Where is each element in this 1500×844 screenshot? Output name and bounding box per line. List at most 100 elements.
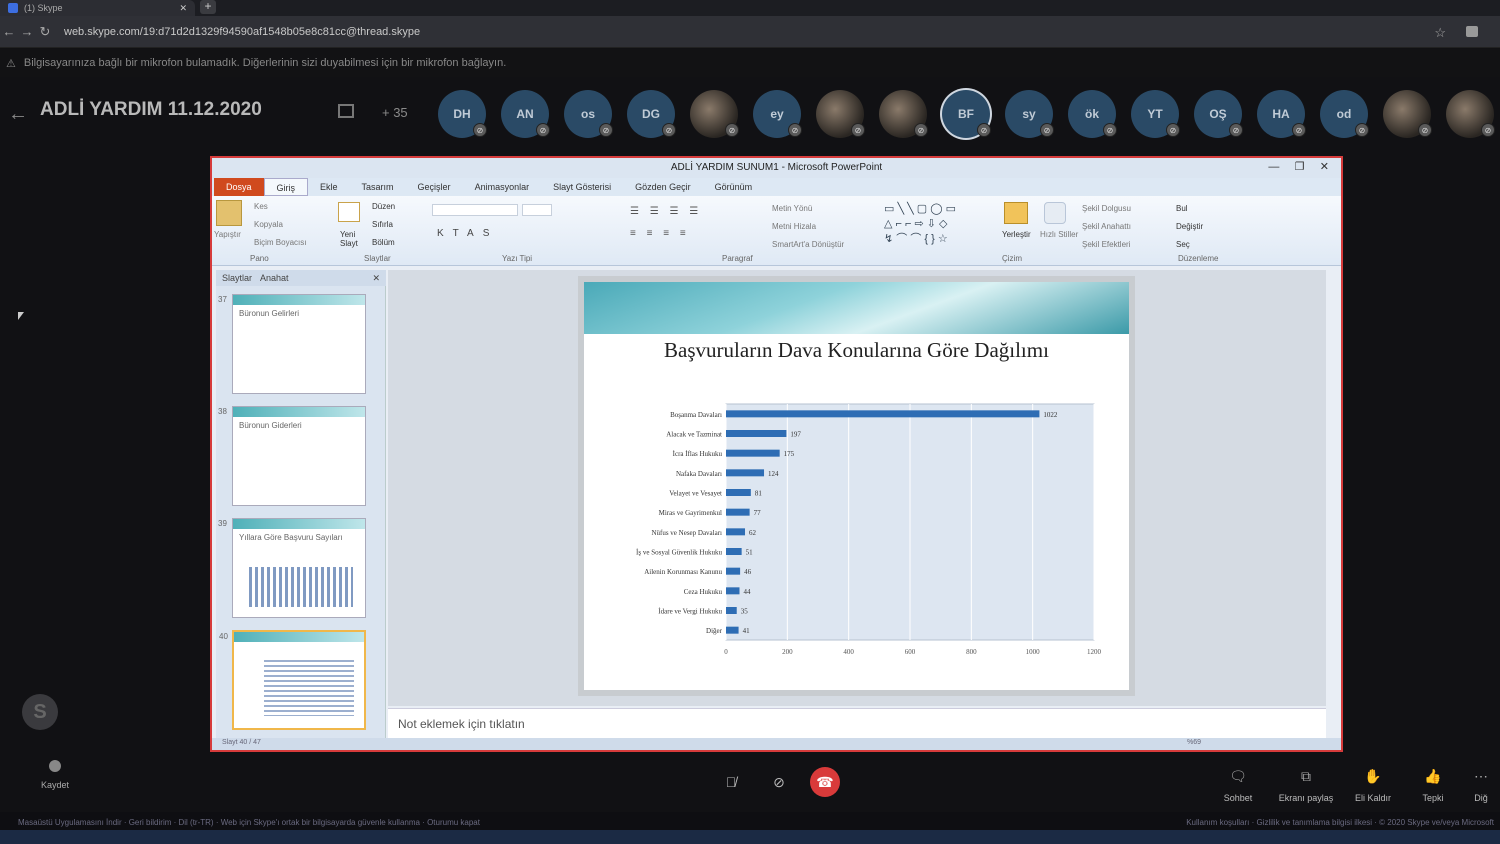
participant-avatar[interactable]: BF ⊘ [942, 90, 991, 138]
participant-initials: HA [1272, 107, 1290, 121]
format-painter-button[interactable]: Biçim Boyacısı [254, 238, 306, 247]
group-paragraf: Paragraf [722, 254, 753, 263]
copy-button[interactable]: Kopyala [254, 220, 283, 229]
muted-mic-icon: ⊘ [1166, 123, 1180, 137]
shapes-gallery[interactable]: ▭ ╲ ╲ ▢ ◯ ▭ △ ⌐ ⌐ ⇨ ⇩ ◇ ↯ ⌒ ⌒ { } ☆ [884, 202, 988, 246]
tab-gorunum[interactable]: Görünüm [703, 178, 765, 196]
category-label: Nüfus ve Nesep Davaları [651, 529, 722, 537]
back-arrow-icon[interactable]: ← [0, 24, 18, 39]
participant-avatar[interactable]: YT ⊘ [1131, 90, 1180, 138]
participant-avatar[interactable]: AN ⊘ [501, 90, 550, 138]
slide-thumbnail[interactable]: 39 Yıllara Göre Başvuru Sayıları [218, 518, 366, 618]
reset-button[interactable]: Sıfırla [372, 220, 393, 229]
participant-avatar[interactable]: sy ⊘ [1005, 90, 1054, 138]
participant-avatar[interactable]: ök ⊘ [1068, 90, 1117, 138]
participant-avatar[interactable]: ⊘ [690, 90, 739, 138]
more-button[interactable]: ⋯ Diğ [1462, 768, 1500, 803]
slide-thumbnail[interactable]: 38 Büronun Giderleri [218, 406, 366, 506]
x-tick-label: 600 [905, 648, 916, 656]
footer-links-left[interactable]: Masaüstü Uygulamasını İndir · Geri bildi… [18, 818, 480, 827]
hang-up-button[interactable]: ☎ [810, 767, 840, 797]
participant-avatar[interactable]: HA ⊘ [1257, 90, 1306, 138]
tab-giris[interactable]: Giriş [263, 178, 309, 196]
paste-icon[interactable] [216, 200, 242, 226]
participant-avatar[interactable]: ⊘ [1446, 90, 1495, 138]
tab-animasyonlar[interactable]: Animasyonlar [463, 178, 542, 196]
text-direction-button[interactable]: Metin Yönü [772, 204, 812, 213]
shape-effects-button[interactable]: Şekil Efektleri [1082, 240, 1130, 249]
smartart-button[interactable]: SmartArt'a Dönüştür [772, 240, 844, 249]
new-tab-button[interactable]: + [200, 0, 216, 14]
arrange-icon[interactable] [1004, 202, 1028, 224]
participant-avatar[interactable]: ⊘ [879, 90, 928, 138]
tab-slayt-gosterisi[interactable]: Slayt Gösterisi [541, 178, 623, 196]
reaction-button[interactable]: 👍 Tepki [1398, 768, 1468, 803]
tab-dosya[interactable]: Dosya [214, 178, 264, 196]
participant-avatar[interactable]: ⊘ [1383, 90, 1432, 138]
tab-ekle[interactable]: Ekle [308, 178, 350, 196]
muted-mic-icon: ⊘ [1292, 123, 1306, 137]
participant-avatar[interactable]: OŞ ⊘ [1194, 90, 1243, 138]
participant-avatar[interactable]: os ⊘ [564, 90, 613, 138]
fullscreen-icon[interactable] [338, 104, 354, 118]
group-pano: Pano [250, 254, 269, 263]
arrange-button[interactable]: Yerleştir [1002, 230, 1031, 239]
select-button[interactable]: Seç [1176, 240, 1190, 249]
extra-participants-count[interactable]: + 35 [382, 105, 408, 120]
chat-button[interactable]: 🗨 Sohbet [1203, 768, 1273, 803]
slide-thumbnail[interactable]: 37 Büronun Gelirleri [218, 294, 366, 394]
paste-button[interactable]: Yapıştır [214, 230, 241, 239]
footer-links-right[interactable]: Kullanım koşulları · Gizlilik ve tanımla… [1186, 818, 1494, 827]
tab-gecisler[interactable]: Geçişler [406, 178, 463, 196]
current-slide[interactable]: Başvuruların Dava Konularına Göre Dağılı… [584, 282, 1129, 690]
quick-styles-button[interactable]: Hızlı Stiller [1040, 230, 1078, 239]
new-slide-icon[interactable] [338, 202, 360, 222]
align-text-button[interactable]: Metni Hizala [772, 222, 816, 231]
font-size-field[interactable] [522, 204, 552, 216]
participant-initials: BF [958, 107, 974, 121]
replace-button[interactable]: Değiştir [1176, 222, 1203, 231]
participant-avatar[interactable]: ⊘ [816, 90, 865, 138]
share-screen-button[interactable]: ⧉ Ekranı paylaş [1271, 768, 1341, 803]
find-button[interactable]: Bul [1176, 204, 1188, 213]
participant-avatar[interactable]: DG ⊘ [627, 90, 676, 138]
mic-muted-icon[interactable]: 🎙̸ [716, 767, 746, 797]
slide-thumbnail-selected[interactable]: 40 [219, 630, 366, 730]
reload-icon[interactable]: ↻ [36, 24, 54, 40]
bar [726, 430, 787, 437]
participant-avatar[interactable]: ey ⊘ [753, 90, 802, 138]
pane-tab-slaytlar[interactable]: Slaytlar [222, 270, 252, 286]
font-name-field[interactable] [432, 204, 518, 216]
tab-close-icon[interactable]: ✕ [179, 3, 187, 14]
url-field[interactable]: web.skype.com/19:d71d2d1329f94590af1548b… [64, 26, 420, 38]
tab-gozden-gecir[interactable]: Gözden Geçir [623, 178, 703, 196]
shape-outline-button[interactable]: Şekil Anahattı [1082, 222, 1131, 231]
tab-tasarim[interactable]: Tasarım [350, 178, 406, 196]
more-icon: ⋯ [1474, 768, 1488, 784]
participant-avatar[interactable]: od ⊘ [1320, 90, 1369, 138]
font-format-buttons[interactable]: KTAS [437, 228, 498, 239]
browser-tab[interactable]: (1) Skype ✕ [0, 0, 195, 16]
pane-tab-anahat[interactable]: Anahat [260, 270, 289, 286]
forward-arrow-icon[interactable]: → [18, 24, 36, 39]
browser-tab-strip: (1) Skype ✕ + [0, 0, 1500, 16]
back-arrow-icon[interactable]: ← [8, 103, 28, 126]
new-slide-button[interactable]: Yeni Slayt [340, 230, 366, 248]
quick-styles-icon[interactable] [1044, 202, 1066, 224]
bookmark-star-icon[interactable]: ☆ [1434, 25, 1446, 41]
layout-button[interactable]: Düzen [372, 202, 395, 211]
x-tick-label: 800 [966, 648, 977, 656]
camera-off-icon[interactable]: ⊘ [764, 767, 794, 797]
address-bar: ← → ↻ web.skype.com/19:d71d2d1329f94590a… [0, 16, 1500, 48]
pane-close-icon[interactable]: ✕ [372, 270, 380, 286]
category-label: Diğer [706, 627, 723, 635]
extension-icon[interactable] [1466, 26, 1478, 37]
shape-fill-button[interactable]: Şekil Dolgusu [1082, 204, 1131, 213]
align-buttons[interactable]: ≡ ≡ ≡ ≡ [630, 228, 690, 239]
participant-avatar[interactable]: DH ⊘ [438, 90, 487, 138]
record-button[interactable]: Kaydet [30, 760, 80, 790]
cut-button[interactable]: Kes [254, 202, 268, 211]
section-button[interactable]: Bölüm [372, 238, 395, 247]
list-buttons[interactable]: ☰ ☰ ☰ ☰ [630, 206, 702, 217]
window-controls[interactable]: — ❐ ✕ [1268, 160, 1329, 173]
